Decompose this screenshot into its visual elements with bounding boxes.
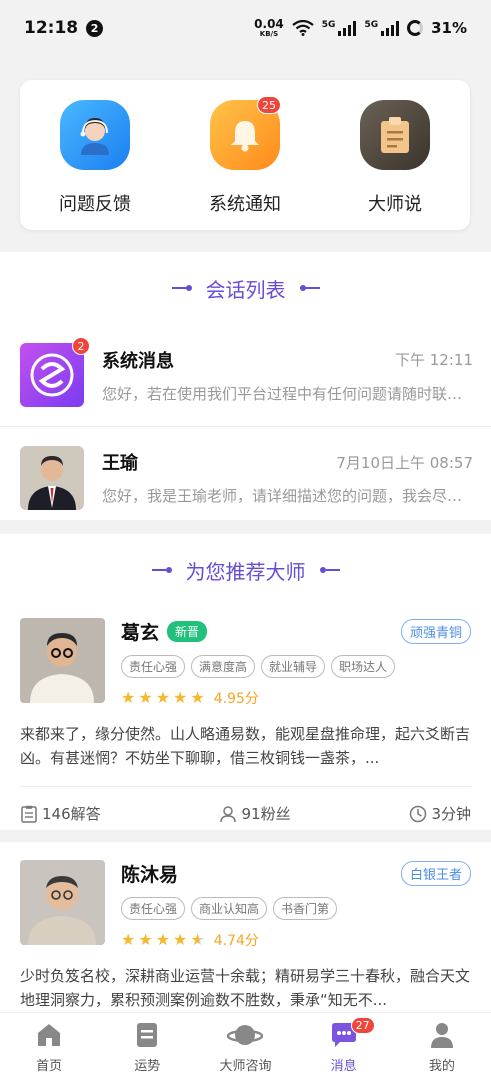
star-icon: ★ [190,688,205,707]
home-icon [38,1024,61,1046]
quick-actions-card: 问题反馈 25 系统通知 大师说 [20,80,470,230]
avatar [20,445,84,510]
nav-label: 首页 [36,1059,63,1074]
nav-messages[interactable]: 27 消息 [299,1017,389,1074]
quick-action-master-says[interactable]: 大师说 [325,100,465,216]
signal-sim1-icon: 5G [322,20,357,36]
notification-count-badge: 2 [86,19,104,37]
quick-action-notifications[interactable]: 25 系统通知 [175,96,315,216]
master-tag: 责任心强 [121,897,186,920]
nav-profile[interactable]: 我的 [397,1021,487,1074]
master-description: 少时负笈名校，深耕商业运营十余载；精研易学三十春秋，融合天文地理洞察力，累积预测… [20,967,471,1009]
section-title: 为您推荐大师 [0,534,491,606]
star-icon: ★ [138,688,153,707]
conversation-item-wangyu[interactable]: 王瑜 7月10日上午 08:57 您好，我是王瑜老师，请详细描述您的问题，我会尽… [0,426,491,528]
conversation-time: 7月10日上午 08:57 [336,453,473,472]
star-icon: ★ [121,688,136,707]
star-icon: ★ [138,930,153,949]
nav-label: 运势 [134,1059,161,1074]
title-decoration [299,285,320,291]
rating-stars: ★ ★ ★ ★ ★ 4.74分 [121,930,471,950]
nav-consult[interactable]: 大师咨询 [200,1021,290,1074]
conversation-time: 下午 12:11 [395,351,473,369]
nav-label: 大师咨询 [219,1059,272,1074]
system-logo-avatar: 2 [20,337,90,407]
master-card-chenmuyi[interactable]: 陈沐易 白银王者 责任心强 商业认知高 书香门第 ★ ★ ★ ★ ★ 4.74分 [0,842,491,1012]
master-name: 陈沐易 [121,864,179,886]
nav-label: 消息 [330,1059,357,1074]
new-master-badge: 新晋 [167,621,208,642]
planet-icon [227,1025,264,1045]
master-description: 来都来了，缘分使然。山人略通易数，能观星盘推命理，起六爻断吉凶。有甚迷惘？不妨坐… [20,725,471,767]
profile-icon [430,1023,453,1048]
recommend-section-continued: 陈沐易 白银王者 责任心强 商业认知高 书香门第 ★ ★ ★ ★ ★ 4.74分 [0,842,491,1012]
clipboard-icon [360,100,430,170]
rank-badge: 白银王者 [400,861,471,886]
conversation-preview: 您好，若在使用我们平台过程中有任何问题请随时联系我们 [102,384,473,403]
rank-badge: 顽强青铜 [400,619,471,644]
network-speed: 0.04 KB/S [254,17,284,38]
master-tag: 商业认知高 [191,897,268,920]
bottom-navigation: 首页 运势 大师咨询 27 消息 我的 [0,1012,491,1080]
conversation-preview: 您好，我是王瑜老师，请详细描述您的问题，我会尽快为您解答 [102,487,473,505]
section-title-text: 会话列表 [205,277,286,302]
nav-label: 我的 [428,1059,455,1074]
answers-icon [21,805,37,823]
nav-home[interactable]: 首页 [4,1021,94,1074]
notification-badge: 25 [257,96,281,114]
signal-sim2-icon: 5G [364,20,400,36]
fans-icon [219,805,236,822]
star-icon: ★ [173,688,188,707]
section-title: 会话列表 [0,252,491,324]
quick-action-label: 问题反馈 [59,194,131,215]
half-star-icon: ★ [190,930,205,949]
recommend-section: 为您推荐大师 葛玄 新晋 顽强青铜 责任心强 满意度高 就业辅导 职场达人 ★ … [0,534,491,830]
quick-action-label: 系统通知 [209,194,281,215]
master-tag: 满意度高 [191,655,256,678]
clock: 12:18 [24,18,79,38]
title-decoration [171,285,192,291]
rating-stars: ★ ★ ★ ★ ★ 4.95分 [121,688,471,708]
battery-level: 31% [431,19,467,37]
rating-score: 4.95分 [213,691,259,707]
section-title-text: 为您推荐大师 [185,559,306,584]
star-icon: ★ [173,930,188,949]
customer-service-icon [60,100,130,170]
nav-unread-badge: 27 [350,1017,375,1034]
response-time-stat: 3分钟 [409,803,471,824]
master-tag: 就业辅导 [261,655,326,678]
unread-badge: 2 [72,337,90,355]
star-icon: ★ [121,930,136,949]
star-icon: ★ [155,688,171,707]
master-tag: 书香门第 [273,897,338,920]
conversation-item-system[interactable]: 2 系统消息 下午 12:11 您好，若在使用我们平台过程中有任何问题请随时联系… [0,324,491,426]
master-card-gexuan[interactable]: 葛玄 新晋 顽强青铜 责任心强 满意度高 就业辅导 职场达人 ★ ★ ★ ★ ★ [0,606,491,840]
master-photo [20,618,105,703]
nav-fortune[interactable]: 运势 [102,1021,192,1074]
document-icon [137,1023,158,1047]
answers-stat: 146解答 [20,803,101,824]
master-photo [20,860,105,945]
clock-icon [410,805,427,822]
conversation-section: 会话列表 2 系统消息 下午 12:11 您好，若在使用我们平台过程中有任何问题… [0,252,491,520]
title-decoration [151,567,172,573]
conversation-name: 系统消息 [102,350,174,372]
title-decoration [319,567,340,573]
rating-score: 4.74分 [213,933,259,949]
battery-icon [407,20,424,36]
quick-action-feedback[interactable]: 问题反馈 [25,100,165,216]
status-bar: 12:18 2 0.04 KB/S 5G 5G 31% [0,0,491,56]
wifi-icon [292,20,314,36]
star-icon: ★ [155,930,171,949]
master-tag: 责任心强 [121,655,186,678]
master-name: 葛玄 [121,622,160,644]
master-tag: 职场达人 [331,655,396,678]
fans-stat: 91粉丝 [219,803,291,824]
conversation-name: 王瑜 [102,453,138,474]
section-divider [0,830,491,842]
quick-action-label: 大师说 [368,194,422,215]
